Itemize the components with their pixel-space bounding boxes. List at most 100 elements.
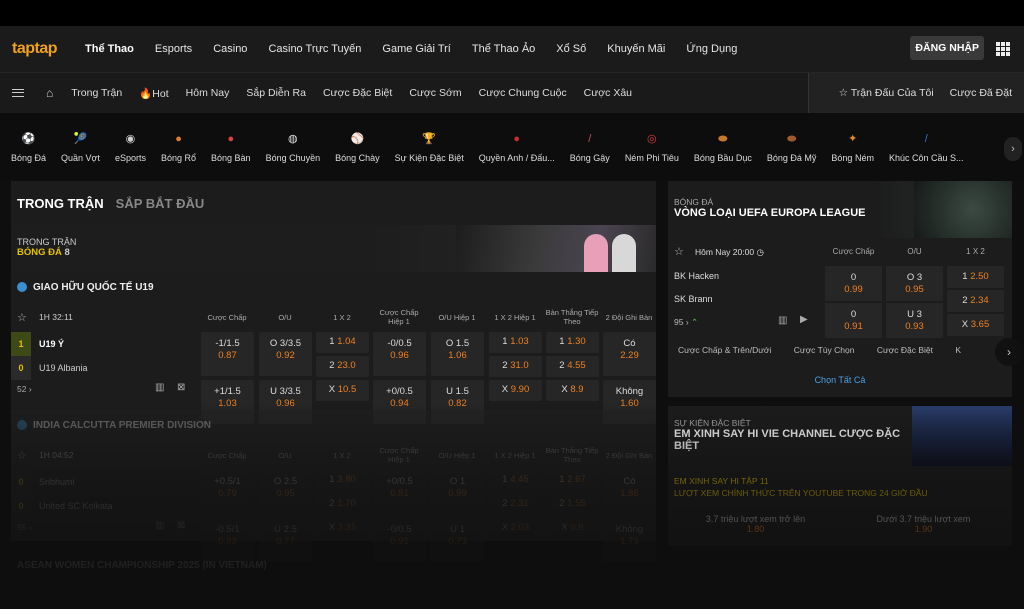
top-bar [0, 0, 1024, 26]
sport-item[interactable]: ⚾ Bóng Chày [335, 131, 380, 163]
pill-special[interactable]: Cược Đặc Biệt [877, 345, 933, 355]
stats-icon[interactable]: ▥ [155, 382, 164, 393]
sport-item[interactable]: ⬬ Bóng Đá Mỹ [767, 131, 817, 163]
nav-item-virtual[interactable]: Thể Thao Ảo [472, 43, 535, 55]
stats-icon[interactable]: ▥ [778, 315, 787, 326]
nav-item-sports[interactable]: Thể Thao [85, 43, 134, 55]
league-header[interactable]: INDIA CALCUTTA PREMIER DIVISION [11, 410, 656, 440]
odds-cell[interactable]: U 3 0.93 [886, 303, 943, 338]
subnav-item-special[interactable]: Cược Đặc Biệt [323, 87, 392, 99]
sport-item[interactable]: / Bóng Gậy [570, 131, 610, 163]
my-bets-link[interactable]: Cược Đã Đặt [950, 87, 1012, 99]
field-icon[interactable]: ⊠ [177, 382, 185, 393]
odds-cell[interactable]: 2 2.31 [489, 494, 542, 515]
select-all-link[interactable]: Chọn Tất Cả [668, 375, 1012, 385]
column-header: Cược Chấp Hiệp 1 [379, 446, 419, 464]
subnav-item-live[interactable]: Trong Trận [71, 87, 122, 99]
odds-cell[interactable]: 1 4.45 [489, 470, 542, 491]
odds-cell[interactable]: 0 0.99 [825, 266, 882, 301]
odds-cell[interactable]: +0/0.5 0.81 [373, 470, 426, 514]
special-option-1[interactable]: 3.7 triệu lượt xem trở lên 1.80 [678, 514, 833, 534]
odds-cell[interactable]: 2 31.0 [489, 356, 542, 377]
my-matches-link[interactable]: ☆ Trận Đấu Của Tôi [839, 87, 934, 99]
sport-item[interactable]: 🏆 Sự Kiện Đặc Biệt [395, 131, 464, 163]
odds-cell[interactable]: O 3 0.95 [886, 266, 943, 301]
odds-cell[interactable]: 2 1.55 [546, 494, 599, 515]
menu-icon[interactable] [12, 89, 24, 97]
nav-item-esports[interactable]: Esports [155, 43, 192, 55]
chevron-right-icon[interactable]: › [995, 338, 1023, 366]
league-block: GIAO HỮU QUỐC TẾ U19 ☆ 1H 32:11 Cược Chấp O/… [11, 272, 656, 424]
match-row: 1 U19 Ý 0 U19 Albania -1/1.5 0.87 +1/1.5 1.03 O … [11, 332, 656, 424]
nav-item-casino[interactable]: Casino [213, 43, 247, 55]
nav-item-games[interactable]: Game Giải Trí [382, 43, 450, 55]
subnav-item-early[interactable]: Cược Sớm [409, 87, 461, 99]
odds-cell[interactable]: 1 1.03 [489, 332, 542, 353]
special-option-2[interactable]: Dưới 3.7 triệu lượt xem 1.90 [846, 514, 1001, 534]
subnav-item-parlay[interactable]: Cược Xâu [584, 87, 632, 99]
odds-cell[interactable]: X 3.65 [947, 314, 1004, 336]
sport-item[interactable]: / Khúc Côn Cầu S... [889, 131, 964, 163]
sport-item[interactable]: ● Bóng Rổ [161, 131, 196, 163]
apps-grid-icon[interactable] [996, 42, 1010, 56]
nav-item-app[interactable]: Ứng Dụng [686, 43, 737, 55]
star-icon[interactable]: ☆ [674, 245, 684, 258]
home-icon[interactable]: ⌂ [46, 86, 53, 100]
sport-item[interactable]: ◎ Ném Phi Tiêu [625, 131, 679, 163]
odds-cell[interactable]: 2 23.0 [316, 356, 369, 377]
sport-item[interactable]: ⬬ Bóng Bầu Dục [694, 131, 752, 163]
odds-cell[interactable]: 2 2.34 [947, 290, 1004, 312]
sport-item[interactable]: ● Quyền Anh / Đấu... [479, 131, 555, 163]
odds-cell[interactable]: 1 2.50 [947, 266, 1004, 288]
sport-item[interactable]: 🎾 Quần Vợt [61, 131, 100, 163]
pill-more[interactable]: K [955, 345, 961, 355]
stats-icon[interactable]: ▥ [155, 520, 164, 531]
sport-item[interactable]: ◉ eSports [115, 131, 146, 163]
odds-cell[interactable]: 1 1.04 [316, 332, 369, 353]
pill-custom[interactable]: Cược Tùy Chọn [794, 345, 855, 355]
subnav-item-upcoming[interactable]: Sắp Diễn Ra [246, 87, 306, 99]
league-header[interactable]: GIAO HỮU QUỐC TẾ U19 [11, 272, 656, 302]
odds-cell[interactable]: 2 1.70 [316, 494, 369, 515]
odds-cell[interactable]: -0/0.5 0.96 [373, 332, 426, 376]
field-icon[interactable]: ⊠ [177, 520, 185, 531]
odds-cell[interactable]: Có 1.88 [603, 470, 656, 514]
odds-cell[interactable]: 1 1.30 [546, 332, 599, 353]
tab-upcoming[interactable]: SẮP BẮT ĐẦU [116, 196, 205, 211]
subnav-item-hot[interactable]: 🔥Hot [139, 87, 168, 100]
more-markets[interactable]: 95 › ⌃ [674, 317, 698, 328]
odds-cell[interactable]: 1 2.67 [546, 470, 599, 491]
login-button[interactable]: ĐĂNG NHẬP [910, 36, 984, 60]
odds-cell[interactable]: O 3/3.5 0.92 [259, 332, 312, 376]
odds-cell[interactable]: 2 4.55 [546, 356, 599, 377]
tab-live[interactable]: TRONG TRẬN [17, 196, 104, 211]
sport-item[interactable]: ⚽ Bóng Đá [11, 131, 46, 163]
odds-cell[interactable]: -1/1.5 0.87 [201, 332, 254, 376]
play-icon[interactable]: ▶ [800, 314, 808, 325]
league-header[interactable]: ASEAN WOMEN CHAMPIONSHIP 2025 (IN VIETNA… [11, 550, 656, 580]
subnav-item-outright[interactable]: Cược Chung Cuộc [479, 87, 567, 99]
pill-hdp-ou[interactable]: Cược Chấp & Trên/Dưới [678, 345, 771, 355]
more-markets[interactable]: 52 › [17, 384, 32, 394]
star-icon[interactable]: ☆ [17, 311, 27, 324]
subnav-item-today[interactable]: Hôm Nay [186, 87, 230, 99]
fire-icon: 🔥 [139, 87, 153, 100]
live-banner[interactable]: TRONG TRẬN BÓNG ĐÁ 8 [11, 225, 656, 272]
sport-item[interactable]: ● Bóng Bàn [211, 131, 251, 163]
star-icon[interactable]: ☆ [17, 449, 27, 462]
odds-cell[interactable]: Có 2.29 [603, 332, 656, 376]
odds-cell[interactable]: O 1 0.99 [431, 470, 484, 514]
nav-item-lottery[interactable]: Xổ Số [556, 43, 586, 55]
odds-cell[interactable]: +0.5/1 0.79 [201, 470, 254, 514]
sport-item[interactable]: ✦ Bóng Ném [831, 131, 874, 163]
odds-cell[interactable]: O 1.5 1.06 [431, 332, 484, 376]
logo[interactable]: taptap [12, 40, 58, 58]
chevron-right-icon[interactable]: › [1004, 137, 1022, 161]
odds-cell[interactable]: O 2.5 0.95 [259, 470, 312, 514]
odds-cell[interactable]: 0 0.91 [825, 303, 882, 338]
nav-item-promotions[interactable]: Khuyến Mãi [607, 43, 665, 55]
sport-item[interactable]: ◍ Bóng Chuyền [266, 131, 321, 163]
more-markets[interactable]: 55 › [17, 522, 32, 532]
odds-cell[interactable]: 1 3.80 [316, 470, 369, 491]
nav-item-live-casino[interactable]: Casino Trực Tuyến [268, 43, 361, 55]
